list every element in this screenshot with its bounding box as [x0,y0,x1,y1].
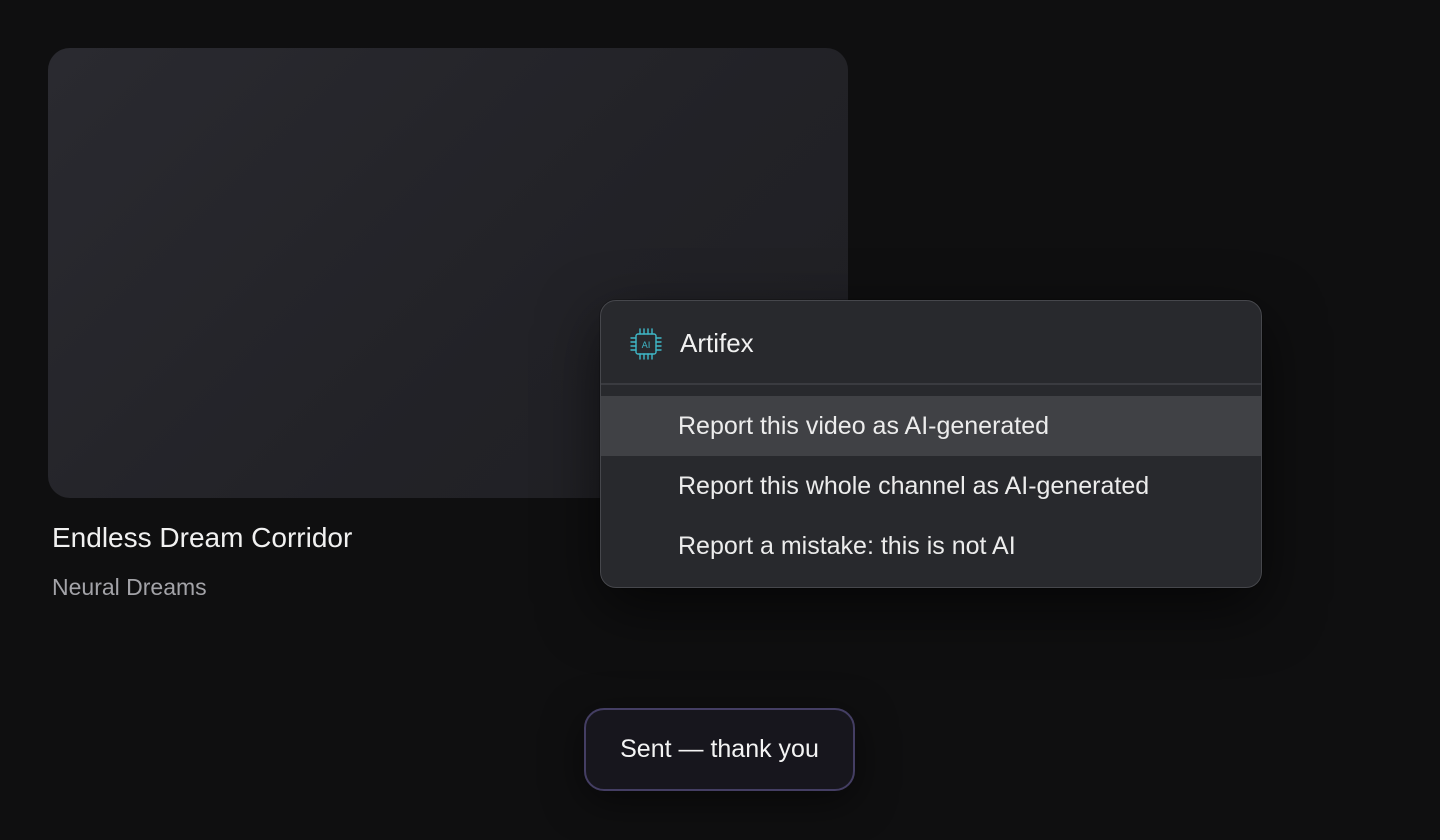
report-menu: AI Artifex Report this video as AI-gener… [600,300,1262,588]
menu-brand-name: Artifex [680,328,754,358]
menu-item-report-mistake[interactable]: Report a mistake: this is not AI [601,516,1261,576]
channel-name[interactable]: Neural Dreams [52,572,207,602]
menu-item-report-channel[interactable]: Report this whole channel as AI-generate… [601,456,1261,516]
toast-notification: Sent — thank you [584,708,855,791]
menu-header: AI Artifex [601,301,1261,385]
video-title[interactable]: Endless Dream Corridor [52,520,352,556]
ai-chip-icon: AI [630,328,662,360]
menu-item-report-video[interactable]: Report this video as AI-generated [601,396,1261,456]
page: Endless Dream Corridor Neural Dreams AI … [0,0,1440,840]
ai-chip-icon-label: AI [642,341,651,351]
